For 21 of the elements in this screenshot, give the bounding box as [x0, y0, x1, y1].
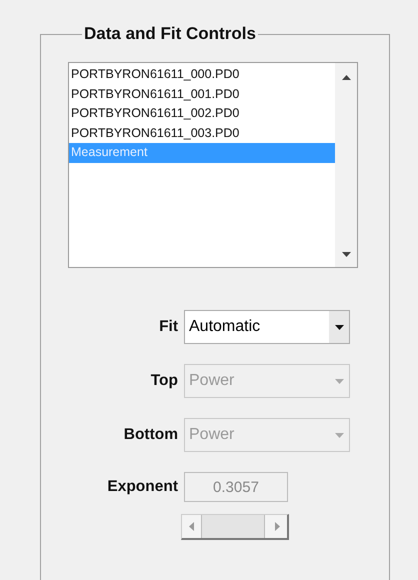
left-arrow-icon[interactable] — [189, 522, 194, 531]
group-title: Data and Fit Controls — [83, 24, 257, 44]
field-label: Bottom — [122, 426, 178, 444]
list-item[interactable]: PORTBYRON61611_002.PD0 — [69, 104, 335, 124]
horizontal-scrollbar[interactable] — [181, 514, 289, 540]
field-label: Top — [150, 372, 178, 390]
field-label: Exponent — [106, 478, 178, 496]
list-item[interactable]: PORTBYRON61611_000.PD0 — [69, 65, 335, 84]
caret-icon — [334, 432, 344, 438]
right-arrow-icon[interactable] — [275, 522, 280, 531]
list-item[interactable]: PORTBYRON61611_003.PD0 — [69, 124, 335, 143]
field-label: Fit — [158, 318, 178, 336]
caret-icon — [334, 378, 344, 384]
scroll-thumb[interactable] — [201, 515, 265, 538]
scroll-up-icon[interactable] — [342, 75, 350, 80]
caret-icon — [334, 324, 344, 330]
scrollbar[interactable] — [335, 63, 357, 267]
file-list[interactable]: PORTBYRON61611_000.PD0 PORTBYRON61611_001.PD0 PORTBYRON61611_002.PD0 PORTBYRON61611_003.PD0 Measurement — [68, 62, 358, 268]
scroll-down-icon[interactable] — [342, 252, 350, 257]
list-item[interactable]: PORTBYRON61611_001.PD0 — [69, 84, 335, 104]
dropdown[interactable]: Automatic — [184, 310, 350, 344]
